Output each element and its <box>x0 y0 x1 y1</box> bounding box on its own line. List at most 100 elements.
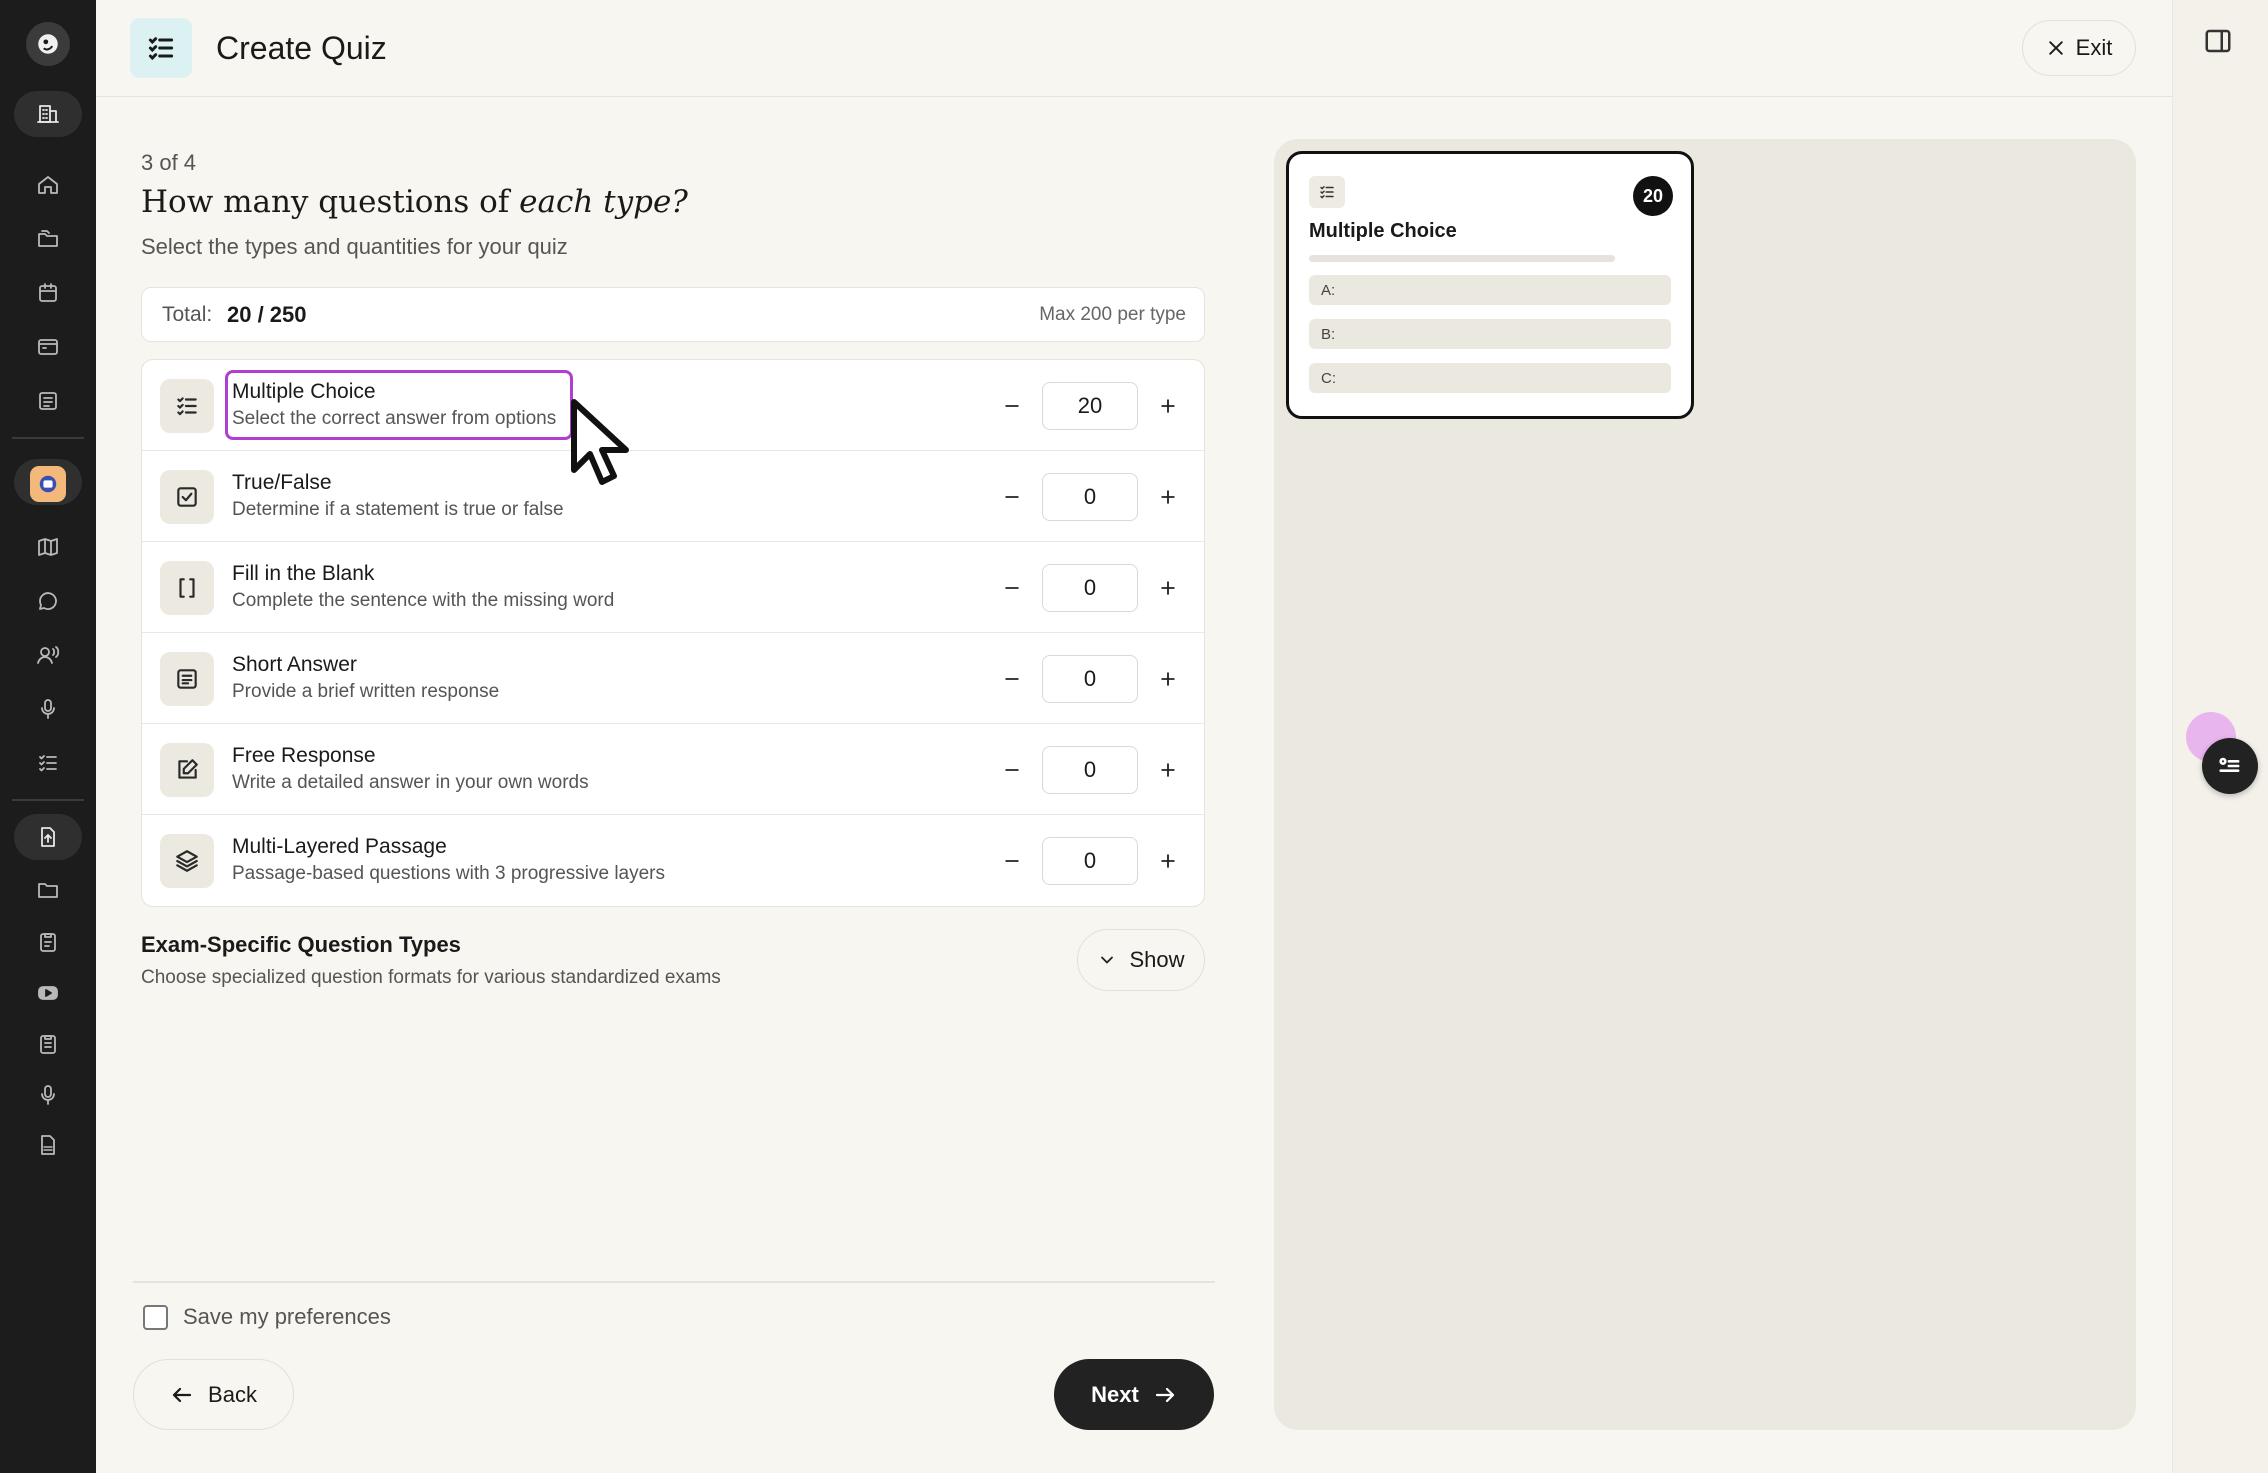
footer-divider <box>133 1281 1215 1283</box>
type-description: Complete the sentence with the missing w… <box>232 590 615 611</box>
decrement-button[interactable] <box>993 387 1031 425</box>
home-icon[interactable] <box>0 161 96 209</box>
type-name[interactable]: Short Answer <box>232 653 357 677</box>
type-description: Select the correct answer from options <box>232 408 557 429</box>
type-name[interactable]: Free Response <box>232 744 376 768</box>
document-icon[interactable] <box>0 1020 96 1068</box>
app-logo[interactable] <box>26 22 70 66</box>
total-summary: Total: 20 / 250 Max 200 per type <box>141 287 1205 342</box>
type-description: Determine if a statement is true or fals… <box>232 499 564 520</box>
preview-option: A: <box>1309 275 1671 305</box>
file-upload-icon[interactable] <box>0 813 96 861</box>
plus-icon <box>1161 672 1175 686</box>
increment-button[interactable] <box>1149 569 1187 607</box>
minus-icon <box>1005 405 1019 407</box>
type-row-fill-in-the-blank: Fill in the Blank Complete the sentence … <box>142 542 1204 633</box>
type-name[interactable]: Multiple Choice <box>232 380 376 404</box>
map-icon[interactable] <box>0 523 96 571</box>
podcast-mic-icon[interactable] <box>0 1071 96 1119</box>
count-badge: 20 <box>1633 176 1673 216</box>
minus-icon <box>1005 860 1019 862</box>
preview-card[interactable]: 20 Multiple Choice A: B: C: <box>1286 151 1694 419</box>
floating-list-button[interactable] <box>2202 738 2258 794</box>
panel-toggle-icon[interactable] <box>2203 26 2237 60</box>
mouse-cursor-icon <box>571 399 629 485</box>
list-check-icon[interactable] <box>0 739 96 787</box>
list-icon <box>2219 757 2240 772</box>
text-lines-icon <box>160 652 214 706</box>
pdf-icon[interactable] <box>0 1121 96 1169</box>
left-sidebar <box>0 0 96 1473</box>
decrement-button[interactable] <box>993 478 1031 516</box>
arrow-left-icon <box>172 1387 192 1402</box>
type-name[interactable]: Multi-Layered Passage <box>232 835 447 859</box>
decrement-button[interactable] <box>993 842 1031 880</box>
preview-title: Multiple Choice <box>1309 220 1457 242</box>
save-preferences-checkbox[interactable] <box>143 1305 168 1330</box>
quantity-input[interactable] <box>1042 473 1138 521</box>
plus-icon <box>1161 581 1175 595</box>
browser-icon[interactable] <box>0 323 96 371</box>
decrement-button[interactable] <box>993 660 1031 698</box>
decrement-button[interactable] <box>993 569 1031 607</box>
type-description: Provide a brief written response <box>232 681 500 702</box>
quantity-input[interactable] <box>1042 837 1138 885</box>
show-exam-types-button[interactable]: Show <box>1077 929 1205 991</box>
minus-icon <box>1005 587 1019 589</box>
step-question: How many questions of each type? <box>141 184 688 220</box>
total-label: Total: <box>162 303 213 326</box>
book-icon[interactable] <box>0 377 96 425</box>
active-app-icon[interactable] <box>30 466 66 502</box>
type-description: Passage-based questions with 3 progressi… <box>232 863 666 884</box>
back-button[interactable]: Back <box>133 1359 294 1430</box>
exam-section-description: Choose specialized question formats for … <box>141 967 721 988</box>
clipboard-icon[interactable] <box>0 918 96 966</box>
folders-icon[interactable] <box>0 215 96 263</box>
total-value: 20 / 250 <box>227 302 307 327</box>
save-preferences-label[interactable]: Save my preferences <box>183 1304 391 1330</box>
close-icon <box>2048 41 2063 55</box>
exit-button[interactable]: Exit <box>2022 20 2136 76</box>
next-label: Next <box>1091 1381 1139 1407</box>
type-row-multiple-choice: Multiple Choice Select the correct answe… <box>142 360 1204 451</box>
page-title: Create Quiz <box>216 30 387 66</box>
folder-icon[interactable] <box>0 866 96 914</box>
quantity-input[interactable] <box>1042 655 1138 703</box>
show-label: Show <box>1129 947 1185 972</box>
next-button[interactable]: Next <box>1054 1359 1214 1430</box>
quantity-input[interactable] <box>1042 382 1138 430</box>
plus-icon <box>1161 854 1175 868</box>
building-icon[interactable] <box>0 90 96 138</box>
step-subtitle: Select the types and quantities for your… <box>141 234 568 259</box>
preview-question-placeholder <box>1309 255 1615 262</box>
preview-option: B: <box>1309 319 1671 349</box>
calendar-icon[interactable] <box>0 269 96 317</box>
top-bar: Create Quiz Exit <box>96 0 2172 97</box>
increment-button[interactable] <box>1149 387 1187 425</box>
type-name[interactable]: Fill in the Blank <box>232 562 374 586</box>
increment-button[interactable] <box>1149 660 1187 698</box>
list-check-icon <box>1309 176 1345 208</box>
quantity-input[interactable] <box>1042 746 1138 794</box>
step-indicator: 3 of 4 <box>141 150 197 175</box>
back-label: Back <box>208 1381 257 1407</box>
type-row-multi-layered-passage: Multi-Layered Passage Passage-based ques… <box>142 815 1204 906</box>
chat-bubble-icon[interactable] <box>0 577 96 625</box>
increment-button[interactable] <box>1149 842 1187 880</box>
quantity-input[interactable] <box>1042 564 1138 612</box>
increment-button[interactable] <box>1149 751 1187 789</box>
chevron-down-icon <box>1101 956 1114 964</box>
type-description: Write a detailed answer in your own word… <box>232 772 589 793</box>
decrement-button[interactable] <box>993 751 1031 789</box>
layers-icon <box>160 834 214 888</box>
edit-square-icon <box>160 743 214 797</box>
type-row-true-false: True/False Determine if a statement is t… <box>142 451 1204 542</box>
voice-user-icon[interactable] <box>0 631 96 679</box>
increment-button[interactable] <box>1149 478 1187 516</box>
preview-option: C: <box>1309 363 1671 393</box>
plus-icon <box>1161 763 1175 777</box>
youtube-icon[interactable] <box>0 969 96 1017</box>
type-name[interactable]: True/False <box>232 471 332 495</box>
microphone-icon[interactable] <box>0 685 96 733</box>
list-check-icon <box>160 379 214 433</box>
